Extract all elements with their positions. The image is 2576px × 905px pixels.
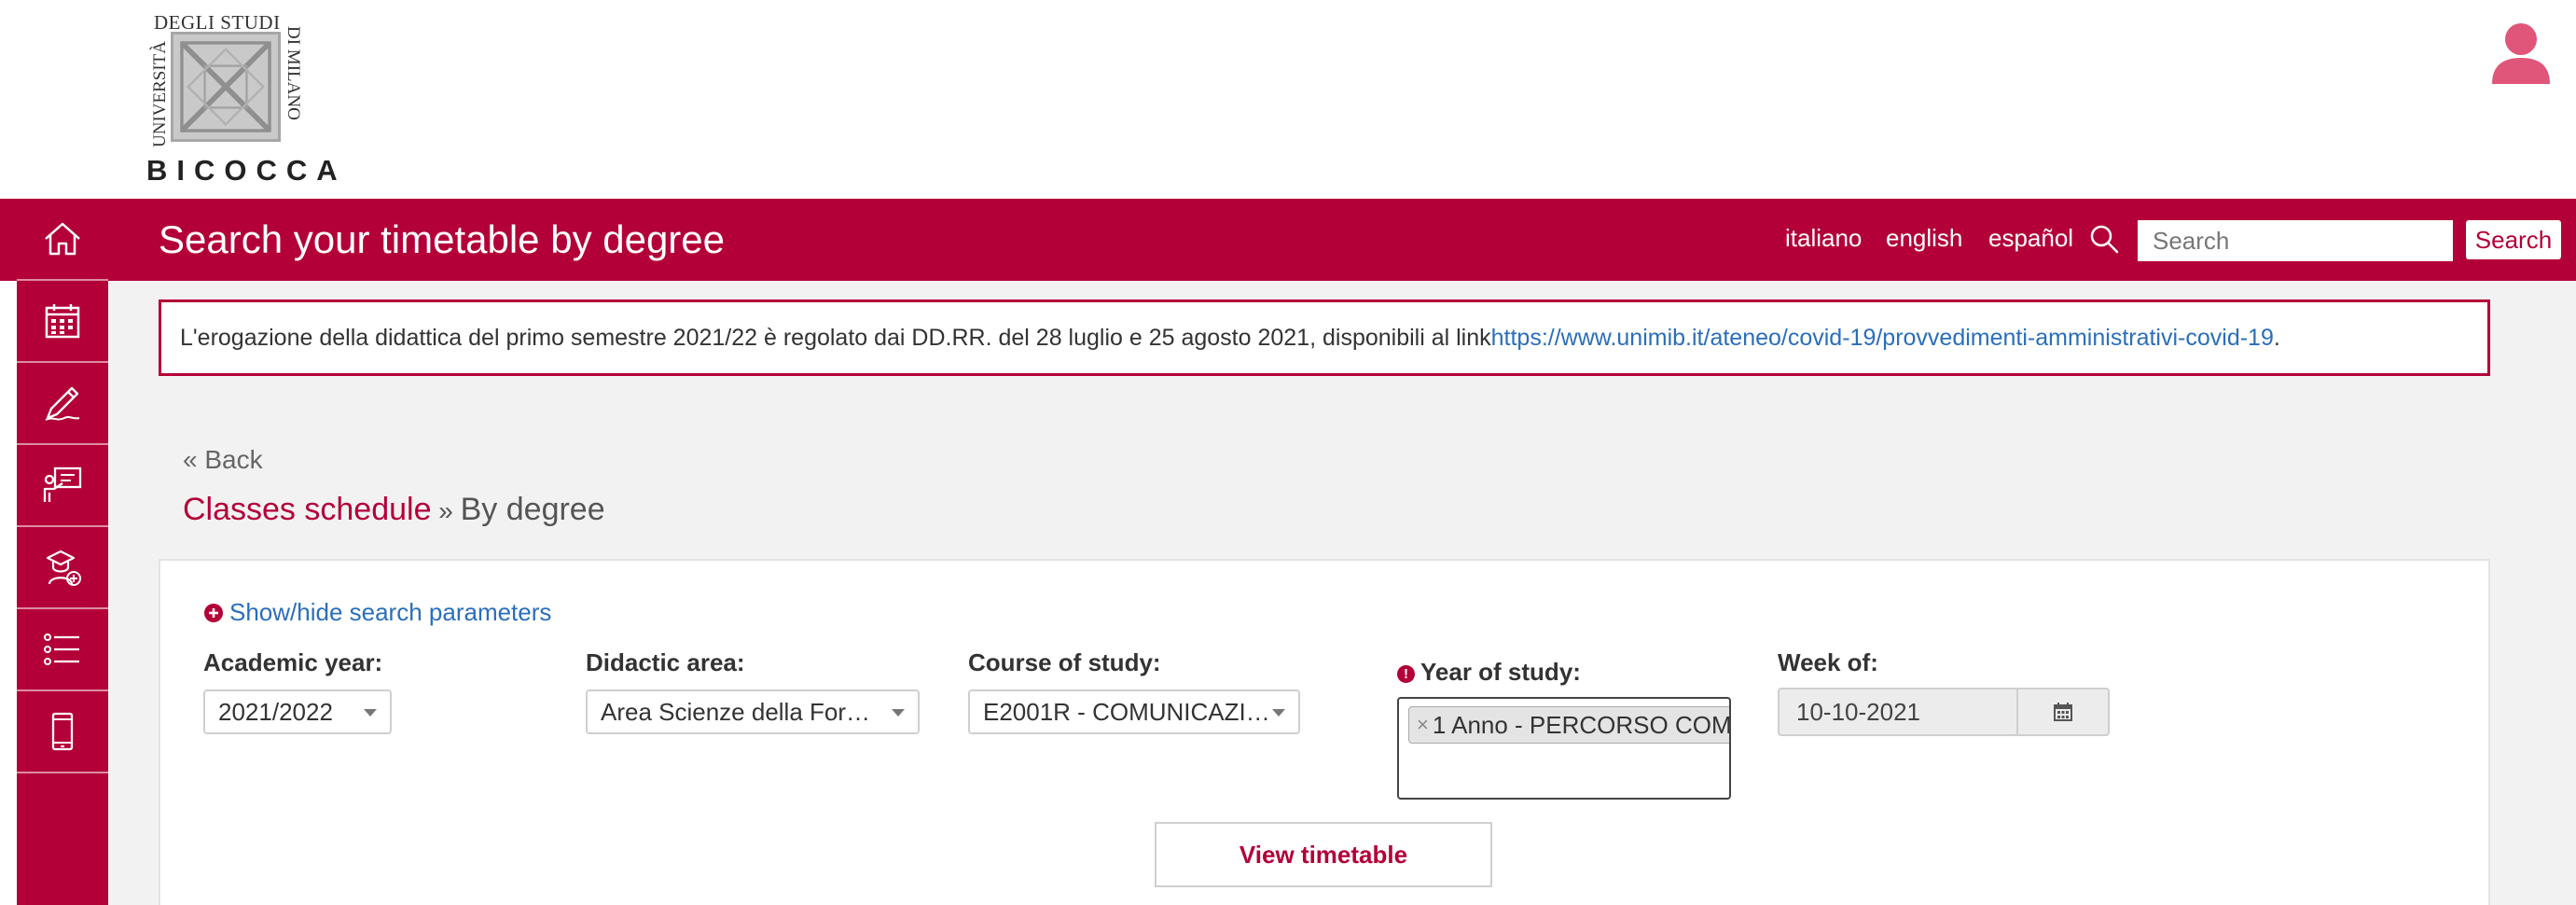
- breadcrumb-classes-schedule[interactable]: Classes schedule: [183, 492, 431, 527]
- lang-english-link[interactable]: english: [1886, 224, 1962, 253]
- academic-year-value: 2021/2022: [218, 697, 333, 726]
- teacher-board-icon: [43, 466, 82, 502]
- sidebar-item-home[interactable]: [17, 199, 108, 281]
- notice-link[interactable]: https://www.unimib.it/ateneo/covid-19/pr…: [1491, 325, 2274, 352]
- year-of-study-label: ! Year of study:: [1397, 658, 1581, 687]
- plus-circle-icon: [204, 603, 223, 622]
- year-of-study-multiselect[interactable]: ×1 Anno - PERCORSO COMUNE: [1397, 697, 1731, 800]
- sidebar: [17, 199, 108, 905]
- search-button[interactable]: Search: [2466, 220, 2561, 259]
- chevron-down-icon: [892, 709, 905, 717]
- mobile-phone-icon: [51, 712, 74, 751]
- calendar-button[interactable]: [2018, 689, 2108, 734]
- course-value: E2001R - COMUNICAZI…: [983, 697, 1270, 726]
- calendar-icon: [45, 304, 80, 339]
- lang-italiano-link[interactable]: italiano: [1785, 224, 1862, 253]
- site-header: DEGLI STUDI UNIVERSITÀ DI MILANO BICOCCA: [0, 0, 2576, 199]
- home-icon: [45, 222, 80, 256]
- main-content: L'erogazione della didattica del primo s…: [108, 281, 2576, 905]
- week-label: Week of:: [1778, 648, 1878, 676]
- didactic-area-select[interactable]: Area Scienze della For…: [586, 689, 920, 734]
- exam-pen-icon: [45, 386, 80, 421]
- didactic-area-value: Area Scienze della For…: [601, 697, 871, 726]
- breadcrumb-separator: »: [431, 496, 461, 525]
- list-icon: [44, 634, 79, 665]
- page-title: Search your timetable by degree: [159, 217, 726, 261]
- toggle-search-params[interactable]: Show/hide search parameters: [203, 598, 551, 627]
- info-icon: !: [1397, 665, 1415, 683]
- year-of-study-chip-text: 1 Anno - PERCORSO COMUNE: [1432, 710, 1731, 739]
- logo-left-text: UNIVERSITÀ: [150, 41, 170, 147]
- remove-chip-icon[interactable]: ×: [1417, 713, 1429, 737]
- logo-right-text: DI MILANO: [284, 26, 303, 120]
- didactic-area-label: Didactic area:: [586, 648, 745, 676]
- logo-bottom-text: BICOCCA: [146, 154, 347, 187]
- logo-seal-icon: [171, 32, 281, 142]
- week-date-value[interactable]: 10-10-2021: [1780, 689, 2018, 734]
- academic-year-label: Academic year:: [203, 648, 383, 676]
- calendar-icon: [2054, 703, 2072, 721]
- covid-notice: L'erogazione della didattica del primo s…: [159, 299, 2490, 376]
- sidebar-item-classrooms[interactable]: [17, 445, 108, 527]
- title-bar: Search your timetable by degree italiano…: [0, 199, 2576, 281]
- notice-text: L'erogazione della didattica del primo s…: [180, 324, 1491, 351]
- search-icon[interactable]: [2087, 222, 2121, 256]
- chevron-down-icon: [1272, 709, 1285, 717]
- graduate-icon: [46, 550, 81, 586]
- sidebar-item-list[interactable]: [17, 609, 108, 691]
- search-panel: Show/hide search parameters Academic yea…: [159, 559, 2490, 905]
- user-account-icon[interactable]: [2488, 21, 2554, 86]
- lang-espanol-link[interactable]: español: [1988, 224, 2073, 253]
- sidebar-item-graduation[interactable]: [17, 527, 108, 609]
- breadcrumb-current: By degree: [460, 492, 605, 527]
- sidebar-item-exams[interactable]: [17, 363, 108, 445]
- sidebar-item-calendar[interactable]: [17, 281, 108, 363]
- view-timetable-button[interactable]: View timetable: [1155, 822, 1492, 887]
- academic-year-select[interactable]: 2021/2022: [203, 689, 392, 734]
- year-of-study-label-text: Year of study:: [1420, 658, 1581, 686]
- notice-suffix: .: [2273, 324, 2280, 351]
- breadcrumb: Classes schedule » By degree: [183, 492, 605, 528]
- toggle-label: Show/hide search parameters: [229, 598, 552, 626]
- sidebar-item-mobile[interactable]: [17, 691, 108, 773]
- course-select[interactable]: E2001R - COMUNICAZI…: [968, 689, 1300, 734]
- university-logo[interactable]: DEGLI STUDI UNIVERSITÀ DI MILANO BICOCCA: [145, 11, 338, 187]
- back-link[interactable]: « Back: [183, 445, 263, 475]
- course-label: Course of study:: [968, 648, 1161, 676]
- year-of-study-chip: ×1 Anno - PERCORSO COMUNE: [1408, 706, 1731, 744]
- week-date-picker[interactable]: 10-10-2021: [1778, 688, 2110, 736]
- search-input[interactable]: [2138, 220, 2453, 261]
- chevron-down-icon: [364, 709, 377, 717]
